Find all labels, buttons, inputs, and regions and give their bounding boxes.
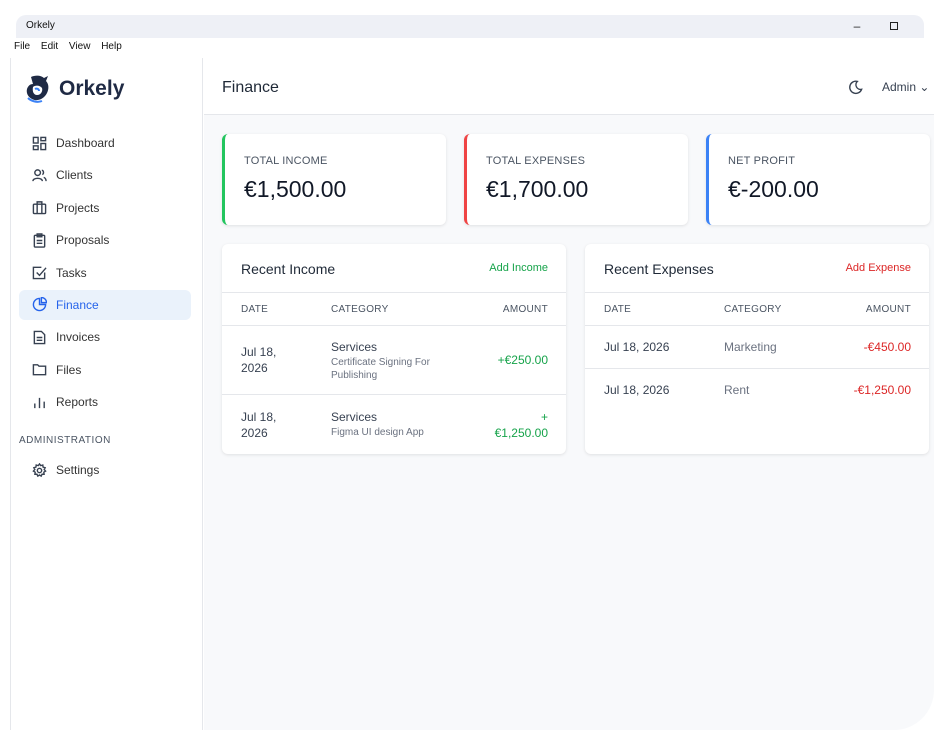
sidebar-item-projects[interactable]: Projects [19, 193, 191, 223]
menu-help[interactable]: Help [101, 41, 122, 52]
sidebar-item-files[interactable]: Files [19, 355, 191, 385]
row-category-cell: Services Figma UI design App [331, 410, 481, 439]
row-category: Rent [724, 383, 750, 397]
minimize-button[interactable]: – [847, 17, 867, 35]
column-header-category: CATEGORY [331, 304, 389, 315]
menu-bar: File Edit View Help [14, 41, 130, 57]
admin-nav: Settings [19, 455, 191, 487]
stat-value: €-200.00 [728, 176, 819, 202]
panel-title: Recent Income [241, 261, 336, 277]
menu-view[interactable]: View [69, 41, 91, 52]
page-title: Finance [222, 79, 279, 96]
row-category: Services [331, 410, 378, 424]
stat-label: NET PROFIT [728, 155, 796, 167]
users-icon [31, 167, 47, 183]
sidebar-item-label: Invoices [56, 330, 101, 345]
row-category: Marketing [724, 340, 777, 354]
bar-chart-icon [31, 394, 47, 410]
column-header-amount: AMOUNT [502, 304, 548, 315]
row-amount: + €1,250.00 [494, 410, 548, 440]
stat-label: TOTAL INCOME [244, 155, 328, 167]
row-description: Certificate Signing For Publishing [331, 357, 430, 381]
pie-chart-icon [31, 297, 47, 313]
sidebar-item-label: Settings [56, 463, 100, 477]
main-content: Finance Admin ⌄ TOTAL INCOME €1,500.00 T… [204, 58, 934, 730]
sidebar-item-label: Dashboard [56, 136, 115, 150]
sidebar-item-dashboard[interactable]: Dashboard [19, 128, 191, 158]
table-header: DATE CATEGORY AMOUNT [585, 293, 929, 326]
recent-income-panel: Recent Income Add Income DATE CATEGORY A… [222, 244, 566, 454]
column-header-amount: AMOUNT [865, 304, 911, 315]
gear-icon [31, 462, 47, 478]
folder-icon [31, 362, 47, 378]
panel-title: Recent Expenses [604, 261, 714, 277]
maximize-button[interactable] [884, 17, 904, 35]
recent-expenses-panel: Recent Expenses Add Expense DATE CATEGOR… [585, 244, 929, 454]
row-category: Services [331, 340, 378, 354]
theme-toggle-moon-icon[interactable] [848, 80, 864, 96]
sidebar-item-clients[interactable]: Clients [19, 160, 191, 190]
column-header-date: DATE [604, 304, 632, 315]
stat-card-total-expenses: TOTAL EXPENSES €1,700.00 [464, 134, 688, 225]
row-amount: +€250.00 [497, 353, 548, 367]
briefcase-icon [31, 200, 47, 216]
document-icon [31, 329, 47, 345]
stat-label: TOTAL EXPENSES [486, 155, 586, 167]
add-income-button[interactable]: Add Income [489, 262, 548, 274]
table-row[interactable]: Jul 18, 2026 Services Figma UI design Ap… [222, 395, 566, 453]
column-header-date: DATE [241, 304, 269, 315]
maximize-icon [890, 22, 898, 30]
row-date: Jul 18, 2026 [241, 410, 277, 440]
window-titlebar: Orkely – [16, 15, 924, 38]
sidebar-item-label: Clients [56, 168, 93, 183]
stat-card-net-profit: NET PROFIT €-200.00 [706, 134, 930, 225]
row-date: Jul 18, 2026 [241, 345, 277, 375]
sidebar-item-label: Reports [56, 395, 99, 410]
stat-value: €1,700.00 [486, 176, 589, 202]
orkely-logo-icon [26, 75, 49, 103]
dashboard-icon [31, 135, 47, 151]
row-date: Jul 18, 2026 [604, 383, 670, 397]
sidebar-item-settings[interactable]: Settings [19, 455, 191, 485]
sidebar-item-invoices[interactable]: Invoices [19, 322, 191, 352]
add-expense-button[interactable]: Add Expense [846, 262, 911, 274]
table-row[interactable]: Jul 18, 2026 Marketing -€450.00 [585, 326, 929, 369]
row-date: Jul 18, 2026 [604, 340, 670, 354]
sidebar-item-label: Tasks [56, 265, 87, 280]
clipboard-icon [31, 232, 47, 248]
sidebar: Orkely Dashboard Clients Projects Propos… [10, 58, 203, 730]
sidebar-item-label: Files [56, 362, 82, 377]
panel-header: Recent Income Add Income [222, 244, 566, 293]
row-description: Figma UI design App [331, 427, 424, 438]
table-row[interactable]: Jul 18, 2026 Services Certificate Signin… [222, 326, 566, 395]
menu-file[interactable]: File [14, 41, 30, 52]
user-menu[interactable]: Admin ⌄ [882, 80, 929, 94]
sidebar-item-proposals[interactable]: Proposals [19, 225, 191, 255]
row-amount: -€1,250.00 [853, 383, 911, 397]
window-title: Orkely [26, 20, 55, 31]
section-title-administration: ADMINISTRATION [19, 435, 111, 446]
sidebar-item-label: Projects [56, 200, 100, 215]
top-bar: Finance Admin ⌄ [204, 58, 934, 115]
row-amount: -€450.00 [863, 340, 911, 354]
panel-header: Recent Expenses Add Expense [585, 244, 929, 293]
sidebar-item-label: Finance [56, 297, 99, 312]
sidebar-item-finance[interactable]: Finance [19, 289, 191, 320]
sidebar-nav: Dashboard Clients Projects Proposals Tas… [19, 128, 191, 420]
row-category-cell: Services Certificate Signing For Publish… [331, 340, 451, 382]
menu-edit[interactable]: Edit [41, 41, 58, 52]
checkbox-icon [31, 265, 47, 281]
sidebar-item-tasks[interactable]: Tasks [19, 258, 191, 288]
sidebar-item-reports[interactable]: Reports [19, 387, 191, 417]
sidebar-item-label: Proposals [56, 233, 110, 248]
table-row[interactable]: Jul 18, 2026 Rent -€1,250.00 [585, 369, 929, 412]
brand-name: Orkely [59, 77, 125, 100]
brand-logo[interactable]: Orkely [25, 73, 124, 105]
stat-card-total-income: TOTAL INCOME €1,500.00 [222, 134, 446, 225]
stat-value: €1,500.00 [244, 176, 347, 202]
column-header-category: CATEGORY [724, 304, 782, 315]
app-window: Orkely Dashboard Clients Projects Propos… [10, 58, 934, 730]
table-header: DATE CATEGORY AMOUNT [222, 293, 566, 326]
